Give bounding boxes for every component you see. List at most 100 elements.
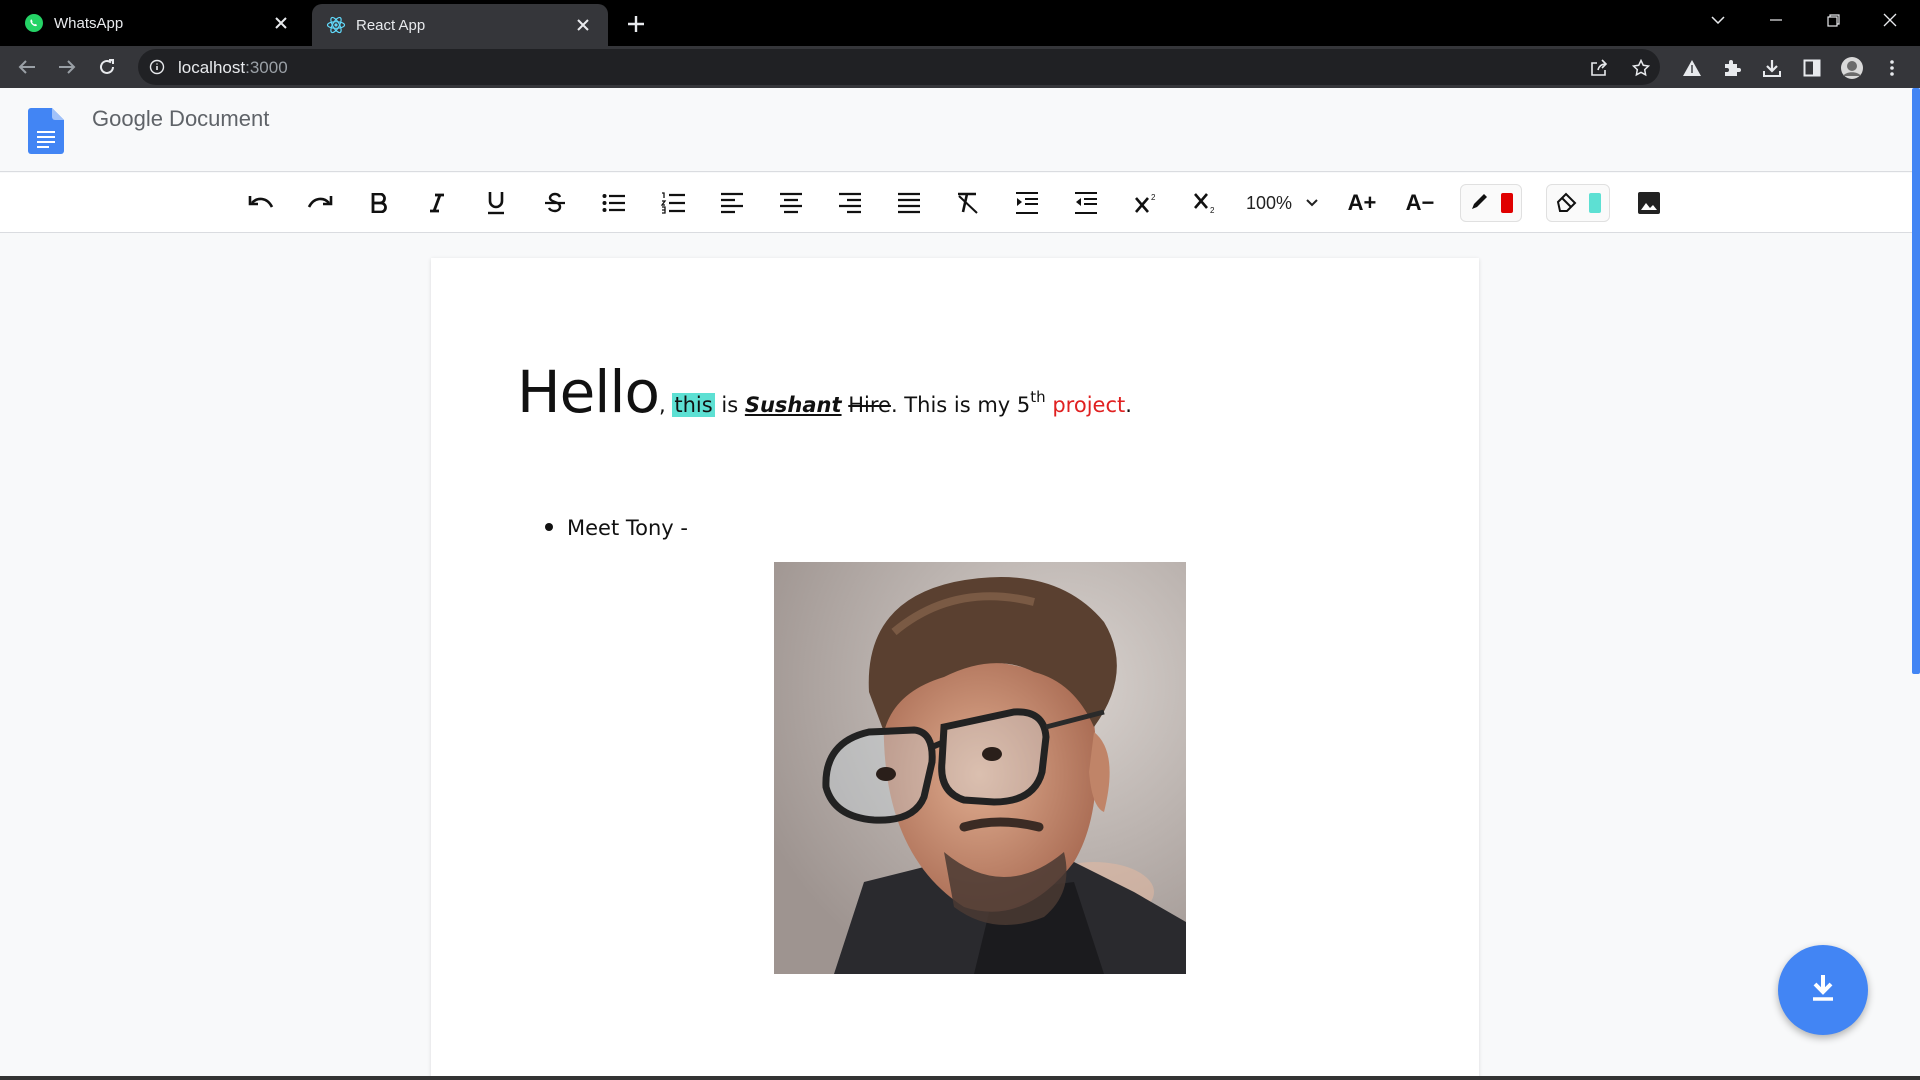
- reload-icon[interactable]: [94, 54, 120, 80]
- bold-button[interactable]: [361, 185, 397, 221]
- numbered-list-icon: [661, 192, 685, 214]
- url-host: localhost: [178, 58, 246, 77]
- indent-button[interactable]: [1009, 185, 1045, 221]
- highlight-color-swatch: [1589, 193, 1601, 213]
- close-window-icon[interactable]: [1862, 0, 1918, 40]
- tab-whatsapp[interactable]: WhatsApp: [0, 0, 306, 46]
- react-icon: [326, 15, 346, 35]
- text-is: is: [714, 393, 745, 417]
- subscript-icon: 2: [1194, 192, 1218, 214]
- download-icon: [1810, 974, 1836, 1007]
- zoom-select[interactable]: 100%: [1240, 185, 1330, 221]
- extension-triangle-icon[interactable]: [1680, 56, 1704, 80]
- superscript-button[interactable]: 2: [1129, 185, 1165, 221]
- document-page[interactable]: Hello, this is Sushant Hire. This is my …: [431, 258, 1479, 1080]
- bulleted-list-button[interactable]: [596, 185, 632, 221]
- superscript-icon: 2: [1135, 192, 1159, 214]
- bold-icon: [371, 193, 387, 213]
- tab-title: WhatsApp: [54, 14, 124, 32]
- download-button[interactable]: [1778, 945, 1868, 1035]
- browser-tab-strip: WhatsApp React App: [0, 0, 1920, 46]
- bullet-dot: [545, 523, 553, 531]
- align-right-icon: [839, 192, 861, 214]
- zoom-value: 100%: [1246, 192, 1293, 213]
- highlight-color-picker[interactable]: [1546, 184, 1610, 222]
- align-left-icon: [721, 192, 743, 214]
- extensions-puzzle-icon[interactable]: [1720, 56, 1744, 80]
- pen-icon: [1469, 190, 1491, 217]
- increase-font-size-button[interactable]: A+: [1342, 185, 1382, 221]
- svg-text:2: 2: [1210, 206, 1215, 214]
- scrollbar-thumb[interactable]: [1912, 88, 1920, 674]
- text-period: .: [1125, 393, 1132, 417]
- undo-button[interactable]: [243, 185, 279, 221]
- text-sushant: Sushant: [744, 393, 842, 417]
- insert-image-button[interactable]: [1631, 185, 1667, 221]
- back-icon[interactable]: [14, 54, 40, 80]
- url-port: :3000: [245, 58, 288, 77]
- image-icon: [1638, 192, 1660, 214]
- tab-search-chevron-icon[interactable]: [1690, 0, 1746, 40]
- justify-button[interactable]: [891, 185, 927, 221]
- redo-button[interactable]: [302, 185, 338, 221]
- text-color-picker[interactable]: [1460, 184, 1522, 222]
- outdent-button[interactable]: [1068, 185, 1104, 221]
- align-center-icon: [780, 192, 802, 214]
- browser-toolbar: localhost:3000: [0, 46, 1920, 88]
- close-tab-icon[interactable]: [572, 14, 594, 36]
- new-tab-button[interactable]: [622, 10, 650, 38]
- close-tab-icon[interactable]: [270, 12, 292, 34]
- list-item[interactable]: Meet Tony -: [545, 516, 688, 540]
- text-comma: ,: [659, 393, 666, 417]
- tab-react-app[interactable]: React App: [312, 4, 608, 46]
- tab-title: React App: [356, 16, 426, 34]
- share-icon[interactable]: [1588, 57, 1610, 79]
- text-hello: Hello: [517, 358, 660, 426]
- minimize-icon[interactable]: [1748, 0, 1804, 40]
- numbered-list-button[interactable]: [655, 185, 691, 221]
- clear-formatting-icon: [956, 192, 980, 214]
- browser-menu-icon[interactable]: [1880, 56, 1904, 80]
- list-item-text: Meet Tony -: [567, 516, 688, 540]
- document-paragraph[interactable]: Hello, this is Sushant Hire. This is my …: [517, 358, 1132, 426]
- site-info-icon[interactable]: [148, 58, 166, 76]
- text-this-highlighted: this: [672, 393, 715, 417]
- subscript-button[interactable]: 2: [1188, 185, 1224, 221]
- app-title: Google Document: [92, 106, 270, 131]
- downloads-icon[interactable]: [1760, 56, 1784, 80]
- formatting-toolbar: 2 2 100% A+ A−: [0, 173, 1920, 233]
- text-sentence: . This is my 5: [890, 393, 1031, 417]
- italic-button[interactable]: [419, 185, 455, 221]
- highlighter-icon: [1555, 190, 1579, 217]
- whatsapp-icon: [24, 13, 44, 33]
- decrease-font-size-button[interactable]: A−: [1400, 185, 1440, 221]
- strikethrough-icon: [544, 192, 566, 214]
- strikethrough-button[interactable]: [537, 185, 573, 221]
- italic-icon: [429, 193, 445, 213]
- portrait-image[interactable]: [774, 562, 1186, 974]
- profile-avatar[interactable]: [1840, 56, 1864, 80]
- align-center-button[interactable]: [773, 185, 809, 221]
- text-superscript-th: th: [1030, 388, 1046, 406]
- app-header: Google Document: [0, 88, 1920, 172]
- restore-icon[interactable]: [1805, 0, 1861, 40]
- underline-icon: [486, 191, 506, 215]
- side-panel-icon[interactable]: [1800, 56, 1824, 80]
- text-project-red: project: [1052, 393, 1126, 417]
- align-left-button[interactable]: [714, 185, 750, 221]
- align-right-button[interactable]: [832, 185, 868, 221]
- text-color-swatch: [1501, 193, 1513, 213]
- bulleted-list-icon: [602, 193, 626, 213]
- address-bar[interactable]: localhost:3000: [138, 49, 1660, 85]
- url-text: localhost:3000: [178, 58, 288, 78]
- indent-icon: [1016, 192, 1038, 214]
- bookmark-star-icon[interactable]: [1630, 57, 1652, 79]
- chevron-down-icon: [1306, 199, 1318, 207]
- clear-formatting-button[interactable]: [950, 185, 986, 221]
- forward-icon[interactable]: [54, 54, 80, 80]
- text-hire-strikethrough: Hire: [848, 393, 891, 417]
- google-docs-logo-icon[interactable]: [28, 108, 64, 154]
- underline-button[interactable]: [478, 185, 514, 221]
- taskbar-edge: [0, 1076, 1920, 1080]
- redo-icon: [307, 193, 333, 213]
